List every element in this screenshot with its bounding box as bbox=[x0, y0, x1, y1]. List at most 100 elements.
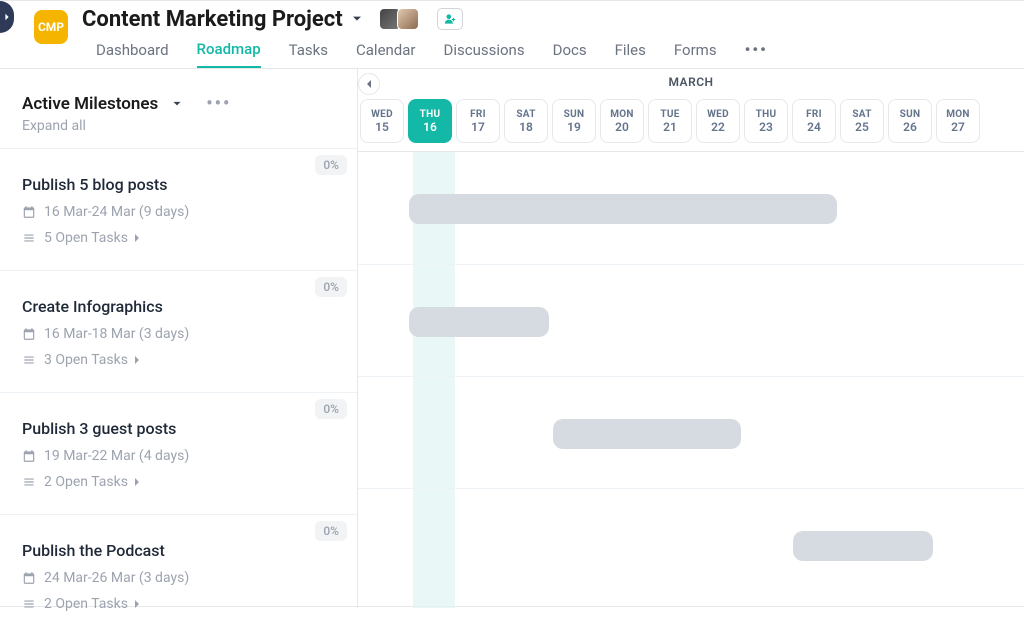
day-of-week: WED bbox=[707, 109, 729, 120]
day-cell[interactable]: TUE21 bbox=[648, 99, 692, 143]
day-cell[interactable]: THU16 bbox=[408, 99, 452, 143]
gantt-row bbox=[358, 488, 1024, 600]
avatar bbox=[397, 8, 419, 30]
milestone-date-range: 24 Mar-26 Mar (3 days) bbox=[44, 570, 189, 586]
day-cell[interactable]: SUN19 bbox=[552, 99, 596, 143]
view-tabs: Dashboard Roadmap Tasks Calendar Discussions… bbox=[0, 33, 1024, 69]
milestone-row[interactable]: 0%Publish the Podcast 24 Mar-26 Mar (3 da… bbox=[0, 514, 357, 636]
month-label: MARCH bbox=[668, 75, 713, 89]
day-of-month: 25 bbox=[855, 120, 869, 134]
list-icon bbox=[22, 353, 36, 367]
open-tasks-link[interactable]: 5 Open Tasks bbox=[44, 230, 142, 246]
day-of-month: 20 bbox=[615, 120, 629, 134]
day-of-month: 18 bbox=[519, 120, 533, 134]
milestone-date-range: 16 Mar-18 Mar (3 days) bbox=[44, 326, 189, 342]
tab-dashboard[interactable]: Dashboard bbox=[96, 41, 169, 67]
day-of-week: THU bbox=[756, 109, 777, 120]
tab-forms[interactable]: Forms bbox=[674, 41, 717, 67]
tab-files[interactable]: Files bbox=[615, 41, 646, 67]
calendar-icon bbox=[22, 449, 36, 463]
project-icon: CMP bbox=[34, 10, 68, 44]
day-of-week: THU bbox=[420, 109, 441, 120]
open-tasks-link[interactable]: 3 Open Tasks bbox=[44, 352, 142, 368]
day-of-week: SUN bbox=[564, 109, 585, 120]
day-of-week: MON bbox=[610, 109, 634, 120]
day-of-month: 16 bbox=[423, 120, 437, 134]
day-cell[interactable]: SUN26 bbox=[888, 99, 932, 143]
milestone-title: Create Infographics bbox=[22, 297, 335, 316]
calendar-icon bbox=[22, 205, 36, 219]
day-of-week: FRI bbox=[470, 109, 486, 120]
day-of-week: FRI bbox=[806, 109, 822, 120]
day-of-month: 23 bbox=[759, 120, 773, 134]
milestone-date-range: 16 Mar-24 Mar (9 days) bbox=[44, 204, 189, 220]
day-of-month: 17 bbox=[471, 120, 485, 134]
open-tasks-link[interactable]: 2 Open Tasks bbox=[44, 474, 142, 490]
milestone-row[interactable]: 0%Publish 5 blog posts 16 Mar-24 Mar (9 d… bbox=[0, 148, 357, 270]
day-of-week: SUN bbox=[900, 109, 921, 120]
tab-calendar[interactable]: Calendar bbox=[356, 41, 416, 67]
milestones-more-menu[interactable]: ••• bbox=[206, 93, 231, 114]
day-of-week: WED bbox=[371, 109, 393, 120]
milestone-date-range: 19 Mar-22 Mar (4 days) bbox=[44, 448, 189, 464]
project-title-button[interactable]: Content Marketing Project bbox=[82, 7, 365, 32]
day-cell[interactable]: FRI24 bbox=[792, 99, 836, 143]
day-cell[interactable]: MON20 bbox=[600, 99, 644, 143]
gantt-row bbox=[358, 264, 1024, 376]
gantt-bar[interactable] bbox=[553, 419, 741, 449]
tab-docs[interactable]: Docs bbox=[553, 41, 587, 67]
timeline-prev-button[interactable] bbox=[358, 73, 380, 95]
chevron-right-icon bbox=[132, 477, 142, 487]
day-cell[interactable]: WED22 bbox=[696, 99, 740, 143]
day-header-row: WED15THU16FRI17SAT18SUN19MON20TUE21WED22… bbox=[358, 99, 1024, 143]
day-cell[interactable]: SAT18 bbox=[504, 99, 548, 143]
calendar-icon bbox=[22, 327, 36, 341]
invite-member-button[interactable] bbox=[437, 8, 463, 30]
gantt-bar[interactable] bbox=[793, 531, 933, 561]
gantt-timeline: MARCH WED15THU16FRI17SAT18SUN19MON20TUE2… bbox=[358, 69, 1024, 608]
milestone-row[interactable]: 0%Create Infographics 16 Mar-18 Mar (3 da… bbox=[0, 270, 357, 392]
chevron-down-icon bbox=[349, 11, 365, 27]
day-of-month: 27 bbox=[951, 120, 965, 134]
progress-badge: 0% bbox=[315, 521, 347, 541]
milestones-panel: Active Milestones ••• Expand all 0%Publi… bbox=[0, 69, 358, 608]
chevron-right-icon bbox=[132, 233, 142, 243]
member-avatars[interactable] bbox=[383, 8, 419, 30]
chevron-right-icon bbox=[132, 599, 142, 609]
project-title: Content Marketing Project bbox=[82, 7, 343, 32]
day-cell[interactable]: WED15 bbox=[360, 99, 404, 143]
tab-discussions[interactable]: Discussions bbox=[444, 41, 525, 67]
chevron-down-icon[interactable] bbox=[170, 97, 184, 111]
day-cell[interactable]: THU23 bbox=[744, 99, 788, 143]
open-tasks-link[interactable]: 2 Open Tasks bbox=[44, 596, 142, 612]
gantt-bar[interactable] bbox=[409, 194, 837, 224]
gantt-bar[interactable] bbox=[409, 307, 549, 337]
tab-more[interactable]: ••• bbox=[745, 40, 768, 67]
day-cell[interactable]: SAT25 bbox=[840, 99, 884, 143]
chevron-right-icon bbox=[132, 355, 142, 365]
progress-badge: 0% bbox=[315, 399, 347, 419]
day-of-month: 15 bbox=[375, 120, 389, 134]
gantt-row bbox=[358, 152, 1024, 264]
expand-all-button[interactable]: Expand all bbox=[0, 116, 357, 148]
tab-roadmap[interactable]: Roadmap bbox=[197, 40, 261, 68]
day-of-month: 26 bbox=[903, 120, 917, 134]
gantt-row bbox=[358, 376, 1024, 488]
day-of-month: 24 bbox=[807, 120, 821, 134]
calendar-icon bbox=[22, 571, 36, 585]
milestone-title: Publish 3 guest posts bbox=[22, 419, 335, 438]
list-icon bbox=[22, 231, 36, 245]
day-cell[interactable]: FRI17 bbox=[456, 99, 500, 143]
day-cell[interactable]: MON27 bbox=[936, 99, 980, 143]
day-of-week: SAT bbox=[516, 109, 535, 120]
list-icon bbox=[22, 475, 36, 489]
progress-badge: 0% bbox=[315, 155, 347, 175]
milestone-title: Publish 5 blog posts bbox=[22, 175, 335, 194]
tab-tasks[interactable]: Tasks bbox=[289, 41, 328, 67]
day-of-week: SAT bbox=[852, 109, 871, 120]
progress-badge: 0% bbox=[315, 277, 347, 297]
day-of-month: 19 bbox=[567, 120, 581, 134]
milestones-title[interactable]: Active Milestones bbox=[22, 94, 158, 114]
milestone-row[interactable]: 0%Publish 3 guest posts 19 Mar-22 Mar (4 … bbox=[0, 392, 357, 514]
milestone-title: Publish the Podcast bbox=[22, 541, 335, 560]
